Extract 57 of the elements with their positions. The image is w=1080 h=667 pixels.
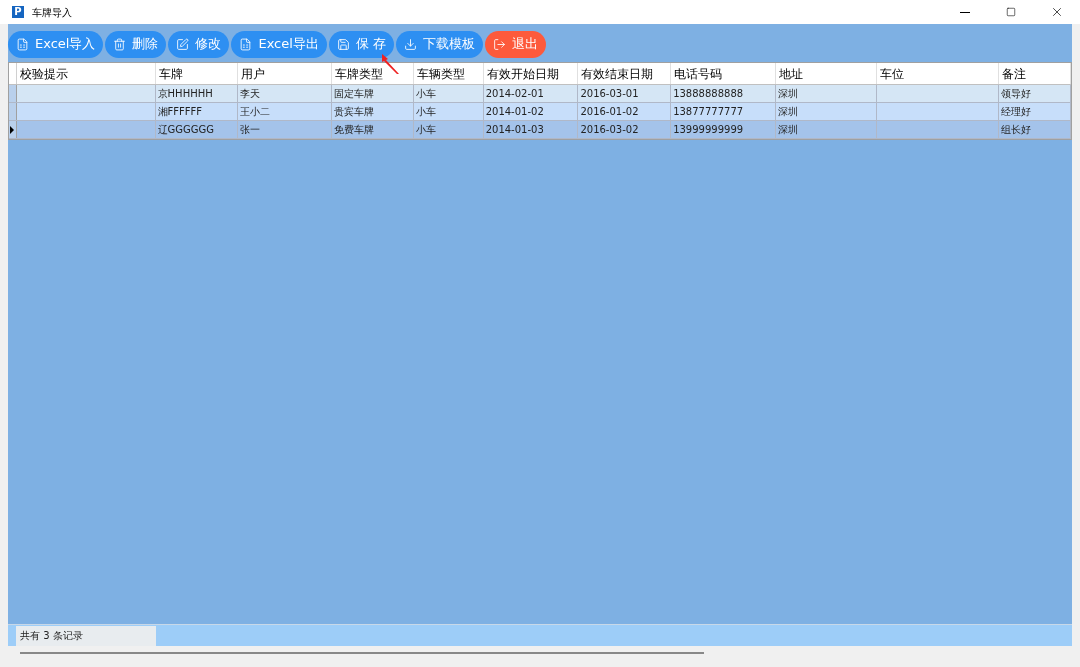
table-cell-text: 小车 — [415, 123, 436, 137]
table-cell-text: 2016-01-02 — [580, 105, 639, 119]
table-cell-text: 固定车牌 — [334, 87, 375, 101]
edit-icon — [176, 37, 190, 51]
table-cell-text: 13877777777 — [673, 105, 744, 119]
table-cell-text: 深圳 — [777, 105, 798, 119]
row-header[interactable] — [9, 121, 17, 138]
table-row[interactable]: 湘FFFFFF 王小二 贵宾车牌 小车 2014-01-02 2016-01-02 13877777777 深圳 经理好 — [9, 103, 1071, 121]
table-row[interactable]: 京HHHHHH 李天 固定车牌 小车 2014-02-01 2016-03-01 13888888888 深圳 领导好 — [9, 85, 1071, 103]
annotation-arrow — [381, 53, 401, 75]
download-icon — [404, 37, 417, 51]
window-title: 车牌导入 — [32, 5, 72, 20]
column-header[interactable]: 有效结束日期 — [578, 63, 672, 84]
table-cell-text: 2016-03-02 — [580, 123, 639, 137]
table-cell-text: 深圳 — [777, 87, 798, 101]
column-header[interactable]: 备注 — [999, 63, 1071, 84]
table-cell-text: 2016-03-01 — [580, 87, 639, 101]
table-cell-text: 湘FFFFFF — [157, 105, 203, 119]
table-cell-text: 2014-01-02 — [485, 105, 544, 119]
table-cell-text: 李天 — [240, 87, 261, 101]
column-header[interactable]: 车牌 — [155, 63, 239, 84]
table-cell-text: 领导好 — [1001, 87, 1032, 101]
table-cell-text: 小车 — [415, 87, 436, 101]
save-icon — [336, 37, 350, 51]
table-cell-text: 京HHHHHH — [157, 87, 213, 101]
table-cell-text: 深圳 — [777, 123, 798, 137]
scrollbar-thumb[interactable] — [20, 652, 704, 654]
table-cell-text: 辽GGGGGG — [157, 123, 215, 137]
column-header[interactable]: 车辆类型 — [413, 63, 484, 84]
table-cell-text: 免费车牌 — [334, 123, 375, 137]
column-header[interactable]: 车位 — [876, 63, 1000, 84]
record-count: 共有 3 条记录 — [16, 625, 156, 646]
spreadsheet-icon — [16, 37, 29, 51]
table-cell-text: 经理好 — [1001, 105, 1032, 119]
table-cell-text: 王小二 — [240, 105, 271, 119]
maximize-icon — [1006, 7, 1016, 17]
column-header[interactable]: 用户 — [238, 63, 333, 84]
minimize-icon — [960, 11, 970, 13]
current-row-icon — [10, 125, 15, 134]
column-header[interactable]: 地址 — [775, 63, 877, 84]
spreadsheet-icon — [239, 37, 253, 51]
trash-icon — [113, 37, 127, 51]
app-logo: P — [12, 6, 24, 18]
close-icon — [1050, 5, 1064, 19]
exit-icon — [493, 37, 506, 51]
table-cell-text: 2014-02-01 — [485, 87, 544, 101]
column-header[interactable]: 电话号码 — [671, 63, 776, 84]
table-cell-text: 贵宾车牌 — [334, 105, 375, 119]
column-header[interactable]: 有效开始日期 — [483, 63, 579, 84]
table-cell-text: 小车 — [415, 105, 436, 119]
table-cell-text: 张一 — [240, 123, 261, 137]
column-header[interactable]: 校验提示 — [17, 63, 156, 84]
table-cell-text: 13999999999 — [673, 123, 744, 137]
table-cell-text: 13888888888 — [673, 87, 744, 101]
table-cell-text: 组长好 — [1001, 123, 1032, 137]
table-cell-text: 2014-01-03 — [485, 123, 544, 137]
table-row[interactable]: 辽GGGGGG 张一 免费车牌 小车 2014-01-03 2016-03-02 13999999999 深圳 组长好 — [9, 121, 1071, 139]
